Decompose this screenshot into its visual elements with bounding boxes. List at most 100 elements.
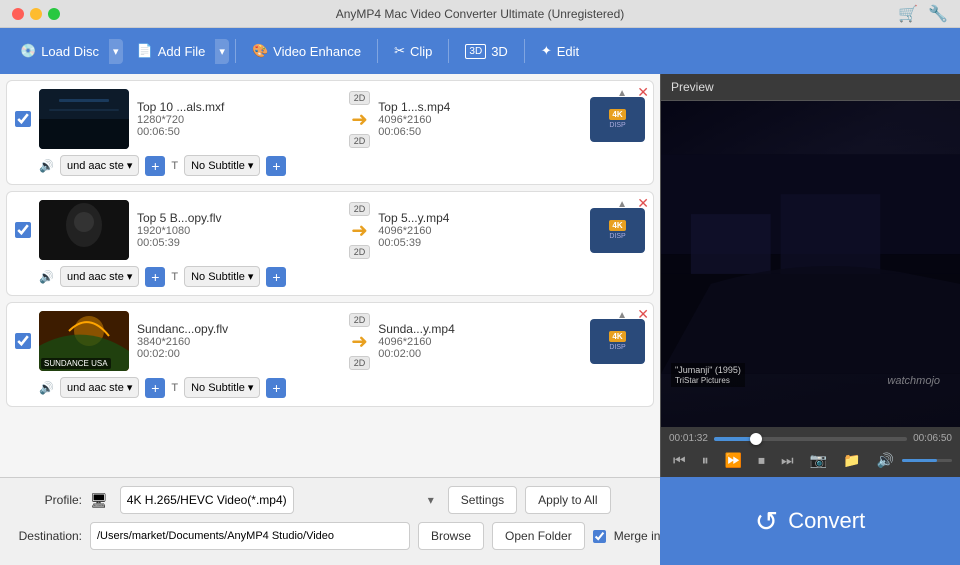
format-badge-3[interactable]: 4K DISP [590, 319, 645, 364]
add-subtitle-btn-3[interactable]: + [266, 378, 286, 398]
dropdown-arrow-1: ▾ [127, 159, 133, 172]
pause-button[interactable]: ⏸ [698, 450, 713, 471]
destination-input[interactable] [90, 522, 410, 550]
dst-info-1: Top 1...s.mp4 4096*2160 00:06:50 [378, 100, 582, 138]
file-info-1: Top 10 ...als.mxf 1280*720 00:06:50 [137, 100, 341, 138]
clip-button[interactable]: ✂ Clip [384, 37, 442, 65]
time-current: 00:01:32 [669, 433, 708, 444]
audio-select-1[interactable]: und aac ste ▾ [60, 155, 139, 176]
clip-icon: ✂ [394, 43, 405, 59]
file-item-3: ✕ ▲ ▼ SUNDANCE USA Sundanc...opy. [6, 302, 654, 407]
minimize-icon[interactable] [30, 8, 42, 20]
main-content: ✕ ▲ ▼ Top 10 ...als.mxf 1280*720 [0, 74, 960, 477]
browse-button[interactable]: Browse [418, 522, 484, 550]
subtitle-dropdown-2: ▾ [248, 270, 254, 283]
volume-icon[interactable]: 🔊 [873, 450, 898, 471]
screenshot-button[interactable]: 📷 [806, 450, 831, 471]
folder-button[interactable]: 📁 [839, 450, 864, 471]
3d-icon: 3D [465, 44, 486, 59]
file-item-2: ✕ ▲ ▼ Top 5 B...opy.flv 1920*1080 00 [6, 191, 654, 296]
add-subtitle-btn-1[interactable]: + [266, 156, 286, 176]
add-audio-btn-1[interactable]: + [145, 156, 165, 176]
maximize-icon[interactable] [48, 8, 60, 20]
dst-filename-2: Top 5...y.mp4 [378, 211, 582, 225]
profile-select[interactable]: 4K H.265/HEVC Video(*.mp4) [120, 486, 294, 514]
dst-filename-1: Top 1...s.mp4 [378, 100, 582, 114]
volume-track[interactable] [902, 459, 952, 462]
settings-icon[interactable]: 🔧 [928, 4, 948, 24]
format-badge-1[interactable]: 4K DISP [590, 97, 645, 142]
video-enhance-button[interactable]: 🎨 Video Enhance [242, 37, 371, 65]
convert-arrow-2: 2D ➜ 2D [349, 202, 371, 259]
dst-info-3: Sunda...y.mp4 4096*2160 00:02:00 [378, 322, 582, 360]
src-dur-1: 00:06:50 [137, 126, 341, 138]
add-file-dropdown[interactable]: ▾ [215, 39, 229, 64]
file-checkbox-1[interactable] [15, 111, 31, 127]
dst-dims-3: 4096*2160 [378, 336, 582, 348]
add-audio-btn-3[interactable]: + [145, 378, 165, 398]
subtitle-dropdown-1: ▾ [248, 159, 254, 172]
fast-forward-button[interactable]: ⏩ [721, 450, 746, 471]
file-checkbox-3[interactable] [15, 333, 31, 349]
load-disc-button[interactable]: 💿 Load Disc [10, 37, 109, 65]
add-audio-btn-2[interactable]: + [145, 267, 165, 287]
preview-header: Preview [661, 74, 960, 101]
edit-icon: ✦ [541, 43, 552, 59]
thumbnail-3: SUNDANCE USA [39, 311, 129, 371]
close-icon[interactable] [12, 8, 24, 20]
separator-2 [377, 39, 378, 63]
3d-button[interactable]: 3D 3D [455, 38, 517, 65]
badge-disp-1: DISP [609, 122, 625, 129]
subtitle-select-1[interactable]: No Subtitle ▾ [184, 155, 260, 176]
load-disc-dropdown[interactable]: ▾ [109, 39, 123, 64]
file-list: ✕ ▲ ▼ Top 10 ...als.mxf 1280*720 [0, 74, 660, 477]
src-dur-3: 00:02:00 [137, 348, 341, 360]
dst-filename-3: Sunda...y.mp4 [378, 322, 582, 336]
volume-control: 🔊 [873, 450, 952, 471]
progress-track[interactable] [714, 437, 907, 441]
subtitle-select-2[interactable]: No Subtitle ▾ [184, 266, 260, 287]
convert-button[interactable]: ↺ Convert [755, 505, 866, 538]
edit-button[interactable]: ✦ Edit [531, 37, 589, 65]
subtitle-select-3[interactable]: No Subtitle ▾ [184, 377, 260, 398]
merge-checkbox[interactable] [593, 530, 606, 543]
volume-fill [902, 459, 937, 462]
dst-dur-2: 00:05:39 [378, 237, 582, 249]
dst-res-badge-3: 2D [349, 356, 371, 370]
audio-select-2[interactable]: und aac ste ▾ [60, 266, 139, 287]
arrow-icon-1: ➜ [351, 107, 368, 132]
apply-all-button[interactable]: Apply to All [525, 486, 610, 514]
title-bar-right: 🛒 🔧 [898, 4, 948, 24]
separator [235, 39, 236, 63]
progress-bar: 00:01:32 00:06:50 [669, 433, 952, 444]
audio-select-3[interactable]: und aac ste ▾ [60, 377, 139, 398]
dst-dur-3: 00:02:00 [378, 348, 582, 360]
format-badge-2[interactable]: 4K DISP [590, 208, 645, 253]
progress-thumb[interactable] [750, 433, 762, 445]
badge-4k-2: 4K [609, 220, 625, 231]
profile-label: Profile: [12, 493, 82, 507]
disc-icon: 💿 [20, 43, 36, 59]
file-info-3: Sundanc...opy.flv 3840*2160 00:02:00 [137, 322, 341, 360]
playback-buttons: ⏮ ⏸ ⏩ ⏹ ⏭ 📷 📁 🔊 [669, 450, 952, 471]
file-row-1: Top 10 ...als.mxf 1280*720 00:06:50 2D ➜… [15, 89, 645, 149]
add-file-button[interactable]: 📄 Add File [127, 37, 216, 65]
skip-forward-button[interactable]: ⏭ [777, 450, 798, 471]
file-checkbox-2[interactable] [15, 222, 31, 238]
src-filename-1: Top 10 ...als.mxf [137, 100, 341, 114]
audio-icon-2: 🔊 [39, 270, 54, 284]
stop-button[interactable]: ⏹ [754, 450, 769, 471]
src-res-badge-2: 2D [349, 202, 371, 216]
dropdown-arrow-2: ▾ [127, 270, 133, 283]
cart-icon[interactable]: 🛒 [898, 4, 918, 24]
convert-section: ↺ Convert [660, 477, 960, 565]
separator-3 [448, 39, 449, 63]
settings-button[interactable]: Settings [448, 486, 517, 514]
src-res-badge-3: 2D [349, 313, 371, 327]
thumbnail-2 [39, 200, 129, 260]
open-folder-button[interactable]: Open Folder [492, 522, 585, 550]
src-filename-2: Top 5 B...opy.flv [137, 211, 341, 225]
skip-back-button[interactable]: ⏮ [669, 450, 690, 471]
add-subtitle-btn-2[interactable]: + [266, 267, 286, 287]
audio-icon-1: 🔊 [39, 159, 54, 173]
